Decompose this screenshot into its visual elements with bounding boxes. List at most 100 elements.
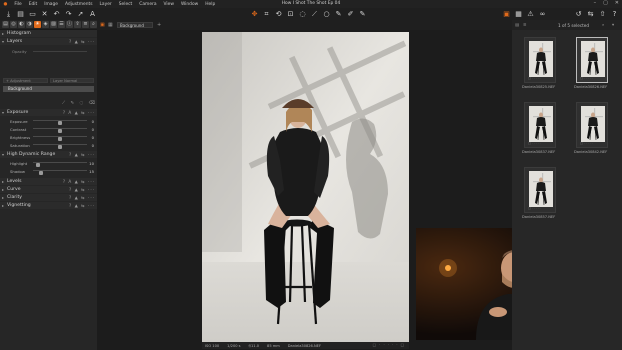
help-icon[interactable]: ? bbox=[610, 10, 619, 19]
warning-icon[interactable]: ⚠ bbox=[526, 10, 535, 19]
brush-tool-icon[interactable]: ✎ bbox=[334, 10, 343, 19]
search-tab-icon[interactable]: ⌕ bbox=[90, 21, 97, 28]
delete-icon[interactable]: ✕ bbox=[40, 10, 49, 19]
rating-dots[interactable]: □····· bbox=[580, 76, 594, 80]
thumbnail[interactable]: □····· bbox=[576, 37, 608, 83]
header-actions[interactable]: ? A ▲ ⇆ ··· bbox=[63, 179, 95, 184]
menu-layer[interactable]: Layer bbox=[96, 2, 115, 7]
slider-knob[interactable] bbox=[58, 121, 62, 126]
picker-tool-icon[interactable]: ⟋ bbox=[310, 10, 319, 19]
exposure-header[interactable]: ▾ Exposure ? A ▲ ⇆ ··· bbox=[0, 109, 97, 116]
adjust-tab-icon[interactable]: ☰ bbox=[58, 21, 65, 28]
menu-select[interactable]: Select bbox=[115, 2, 136, 7]
header-actions[interactable]: ? ▲ ⇆ ··· bbox=[69, 203, 95, 208]
pan-tool-icon[interactable]: ✥ bbox=[250, 10, 259, 19]
undo-icon[interactable]: ↶ bbox=[52, 10, 61, 19]
rating-dots[interactable]: □····· bbox=[528, 206, 542, 210]
layer-tool-icons[interactable]: ⟋ ✎ ◌ ⌫ bbox=[62, 100, 97, 106]
maximize-button[interactable]: ▢ bbox=[603, 0, 608, 6]
param-slider[interactable] bbox=[33, 120, 87, 126]
header-actions[interactable]: ? ▲ ⇆ ··· bbox=[69, 187, 95, 192]
folder-icon[interactable]: ▭ bbox=[28, 10, 37, 19]
header-actions[interactable]: ? ▲ ⇆ ··· bbox=[69, 39, 95, 44]
param-value[interactable]: 0 bbox=[92, 127, 94, 132]
keystone-tool-icon[interactable]: ⊡ bbox=[286, 10, 295, 19]
param-slider[interactable] bbox=[33, 162, 87, 168]
close-button[interactable]: ✕ bbox=[615, 0, 619, 6]
multi-view-icon[interactable]: ▦ bbox=[108, 22, 113, 28]
curve-header[interactable]: ▸ Curve ? ▲ ⇆ ··· bbox=[0, 186, 97, 193]
hdr-header[interactable]: ▾ High Dynamic Range ? ▲ ⇆ ··· bbox=[0, 151, 97, 158]
batch-tab-icon[interactable]: ≡ bbox=[82, 21, 89, 28]
menu-window[interactable]: Window bbox=[177, 2, 201, 7]
library-tab-icon[interactable]: ▤ bbox=[2, 21, 9, 28]
copy-adjust-icon[interactable]: ⇆ bbox=[586, 10, 595, 19]
param-slider[interactable] bbox=[33, 136, 87, 142]
header-actions[interactable]: ? A ▲ ⇆ ··· bbox=[63, 110, 95, 115]
thumbnail[interactable]: □····· bbox=[576, 102, 608, 148]
redo-icon[interactable]: ↷ bbox=[64, 10, 73, 19]
grid-layout-icon[interactable]: ▦ bbox=[514, 10, 523, 19]
slider-knob[interactable] bbox=[58, 137, 62, 142]
adjustment-layer-button[interactable]: + Adjustment bbox=[3, 78, 48, 83]
lens-tab-icon[interactable]: ◐ bbox=[18, 21, 25, 28]
param-slider[interactable] bbox=[33, 144, 87, 150]
proof-icon[interactable]: ∞ bbox=[538, 10, 547, 19]
exposure-tab-icon[interactable]: ☀ bbox=[34, 21, 41, 28]
capture-tab-icon[interactable]: ◎ bbox=[10, 21, 17, 28]
slider-knob[interactable] bbox=[58, 129, 62, 134]
app-logo-icon[interactable]: ● bbox=[0, 2, 11, 7]
rating-stars[interactable]: □ · · · · · □ bbox=[373, 343, 405, 347]
clarity-header[interactable]: ▸ Clarity ? ▲ ⇆ ··· bbox=[0, 194, 97, 201]
more-icon[interactable]: ▾ bbox=[612, 22, 614, 27]
menu-view[interactable]: View bbox=[160, 2, 177, 7]
param-value[interactable]: 0 bbox=[92, 143, 94, 148]
variant-select[interactable]: Background bbox=[117, 22, 153, 28]
annotation-tool-icon[interactable]: ○ bbox=[322, 10, 331, 19]
rating-dots[interactable]: □····· bbox=[580, 141, 594, 145]
menu-help[interactable]: Help bbox=[202, 2, 219, 7]
histogram-header[interactable]: ▸ Histogram bbox=[0, 30, 97, 37]
minimize-button[interactable]: – bbox=[594, 0, 597, 6]
detail-tab-icon[interactable]: ◈ bbox=[42, 21, 49, 28]
viewer-layout-icon[interactable]: ▣ bbox=[502, 10, 511, 19]
metadata-tab-icon[interactable]: ⓘ bbox=[66, 21, 73, 28]
search-icon[interactable]: ⌕ bbox=[602, 22, 604, 27]
levels-header[interactable]: ▸ Levels ? A ▲ ⇆ ··· bbox=[0, 178, 97, 185]
menu-camera[interactable]: Camera bbox=[136, 2, 160, 7]
local-tab-icon[interactable]: ▨ bbox=[50, 21, 57, 28]
param-value[interactable]: 0 bbox=[92, 119, 94, 124]
import-icon[interactable]: ⤓ bbox=[4, 10, 13, 19]
library-icon[interactable]: ▤ bbox=[16, 10, 25, 19]
main-photo[interactable] bbox=[202, 32, 409, 342]
slider-knob[interactable] bbox=[36, 163, 41, 168]
thumbnail[interactable]: □····· bbox=[524, 37, 556, 83]
add-variant-icon[interactable]: + bbox=[157, 22, 161, 28]
background-layer-row[interactable]: Background bbox=[3, 86, 94, 92]
single-view-icon[interactable]: ▣ bbox=[100, 22, 105, 28]
rating-dots[interactable]: □····· bbox=[528, 76, 542, 80]
crop-tool-icon[interactable]: ⌗ bbox=[262, 10, 271, 19]
list-view-icon[interactable]: ▤ bbox=[515, 22, 519, 27]
color-tab-icon[interactable]: ◑ bbox=[26, 21, 33, 28]
menu-file[interactable]: File bbox=[11, 2, 25, 7]
output-tab-icon[interactable]: ⇪ bbox=[74, 21, 81, 28]
layer-mode-select[interactable]: Layer Normal bbox=[50, 78, 94, 83]
param-value[interactable]: 10 bbox=[89, 161, 94, 166]
param-slider[interactable] bbox=[33, 170, 87, 176]
thumbnail[interactable]: □····· bbox=[524, 167, 556, 213]
menu-image[interactable]: Image bbox=[41, 2, 62, 7]
apply-adjust-icon[interactable]: ⇧ bbox=[598, 10, 607, 19]
thumbnail[interactable]: □····· bbox=[524, 102, 556, 148]
menu-adjustments[interactable]: Adjustments bbox=[61, 2, 96, 7]
filter-icon[interactable]: ≡ bbox=[523, 22, 527, 27]
param-value[interactable]: 0 bbox=[92, 135, 94, 140]
rotate-tool-icon[interactable]: ⟲ bbox=[274, 10, 283, 19]
menu-edit[interactable]: Edit bbox=[25, 2, 41, 7]
param-value[interactable]: 15 bbox=[89, 169, 94, 174]
rating-dots[interactable]: □····· bbox=[528, 141, 542, 145]
cursor-icon[interactable]: ➚ bbox=[76, 10, 85, 19]
gradient-tool-icon[interactable]: ✎ bbox=[358, 10, 367, 19]
header-actions[interactable]: ? ▲ ⇆ ··· bbox=[69, 152, 95, 157]
slider-knob[interactable] bbox=[39, 171, 44, 176]
